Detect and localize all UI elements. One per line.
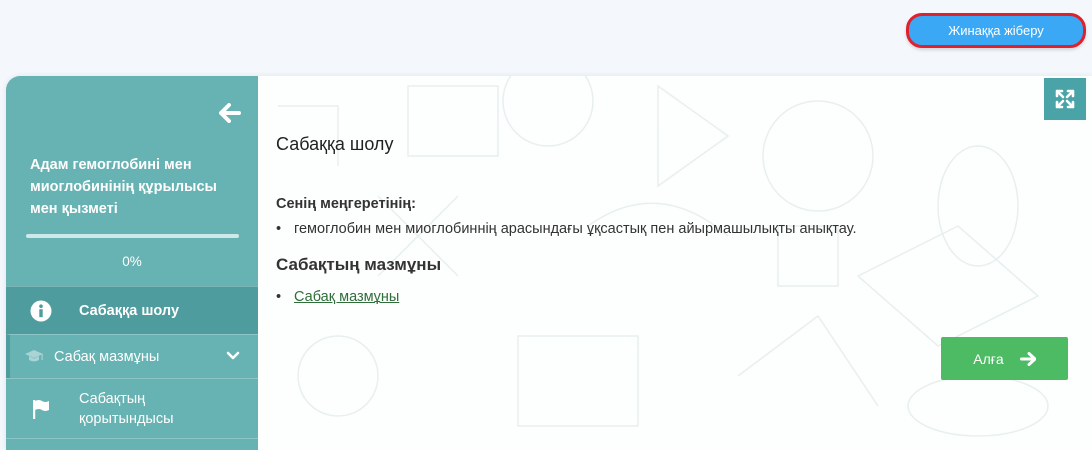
sidebar-item-lesson-content[interactable]: Сабақ мазмұны — [6, 334, 258, 378]
list-item: • Сабақ мазмұны — [276, 289, 399, 305]
arrow-right-icon — [1019, 351, 1036, 366]
info-circle-icon — [30, 300, 52, 321]
sidebar-item-next[interactable] — [6, 438, 258, 450]
expand-icon — [1055, 89, 1075, 109]
bullet: • — [276, 221, 282, 237]
lesson-card: Адам гемоглобині мен миоглобинінің құрыл… — [6, 76, 1092, 450]
graduation-cap-icon — [25, 349, 43, 361]
lesson-sidebar: Адам гемоглобині мен миоглобинінің құрыл… — [6, 76, 258, 450]
goal-text: гемоглобин мен миоглобиннің арасындағы ұ… — [294, 221, 857, 237]
goals-heading: Сенің меңгеретінің: — [276, 196, 416, 212]
lesson-content-link[interactable]: Сабақ мазмұны — [294, 289, 399, 305]
flag-icon — [33, 399, 49, 419]
sidebar-item-label: Сабаққа шолу — [79, 302, 180, 319]
page-title: Сабаққа шолу — [276, 134, 394, 154]
course-title: Адам гемоглобині мен миоглобинінің құрыл… — [30, 157, 217, 217]
sidebar-item-label: Сабақтың қорытындысы — [79, 390, 174, 427]
next-button-label: Алға — [973, 350, 1004, 367]
progress-percent: 0% — [122, 254, 142, 269]
sidebar-item-label: Сабақ мазмұны — [54, 348, 160, 365]
expand-button[interactable] — [1044, 78, 1086, 120]
lesson-main-panel: Сабаққа шолу Сенің меңгеретінің: • гемогл… — [258, 76, 1092, 450]
submit-to-collection-button[interactable]: Жинаққа жіберу — [906, 13, 1086, 48]
arrow-left-icon[interactable] — [219, 103, 241, 123]
sidebar-item-overview[interactable]: Сабаққа шолу — [6, 286, 258, 334]
content-heading: Сабақтың мазмұны — [276, 255, 442, 274]
sidebar-item-summary[interactable]: Сабақтың қорытындысы — [6, 378, 258, 438]
next-button[interactable]: Алға — [941, 337, 1068, 380]
list-item: • гемоглобин мен миоглобиннің арасындағы … — [276, 221, 856, 237]
chevron-down-icon[interactable] — [226, 349, 240, 363]
progress-bar — [26, 234, 239, 238]
bullet: • — [276, 289, 282, 305]
